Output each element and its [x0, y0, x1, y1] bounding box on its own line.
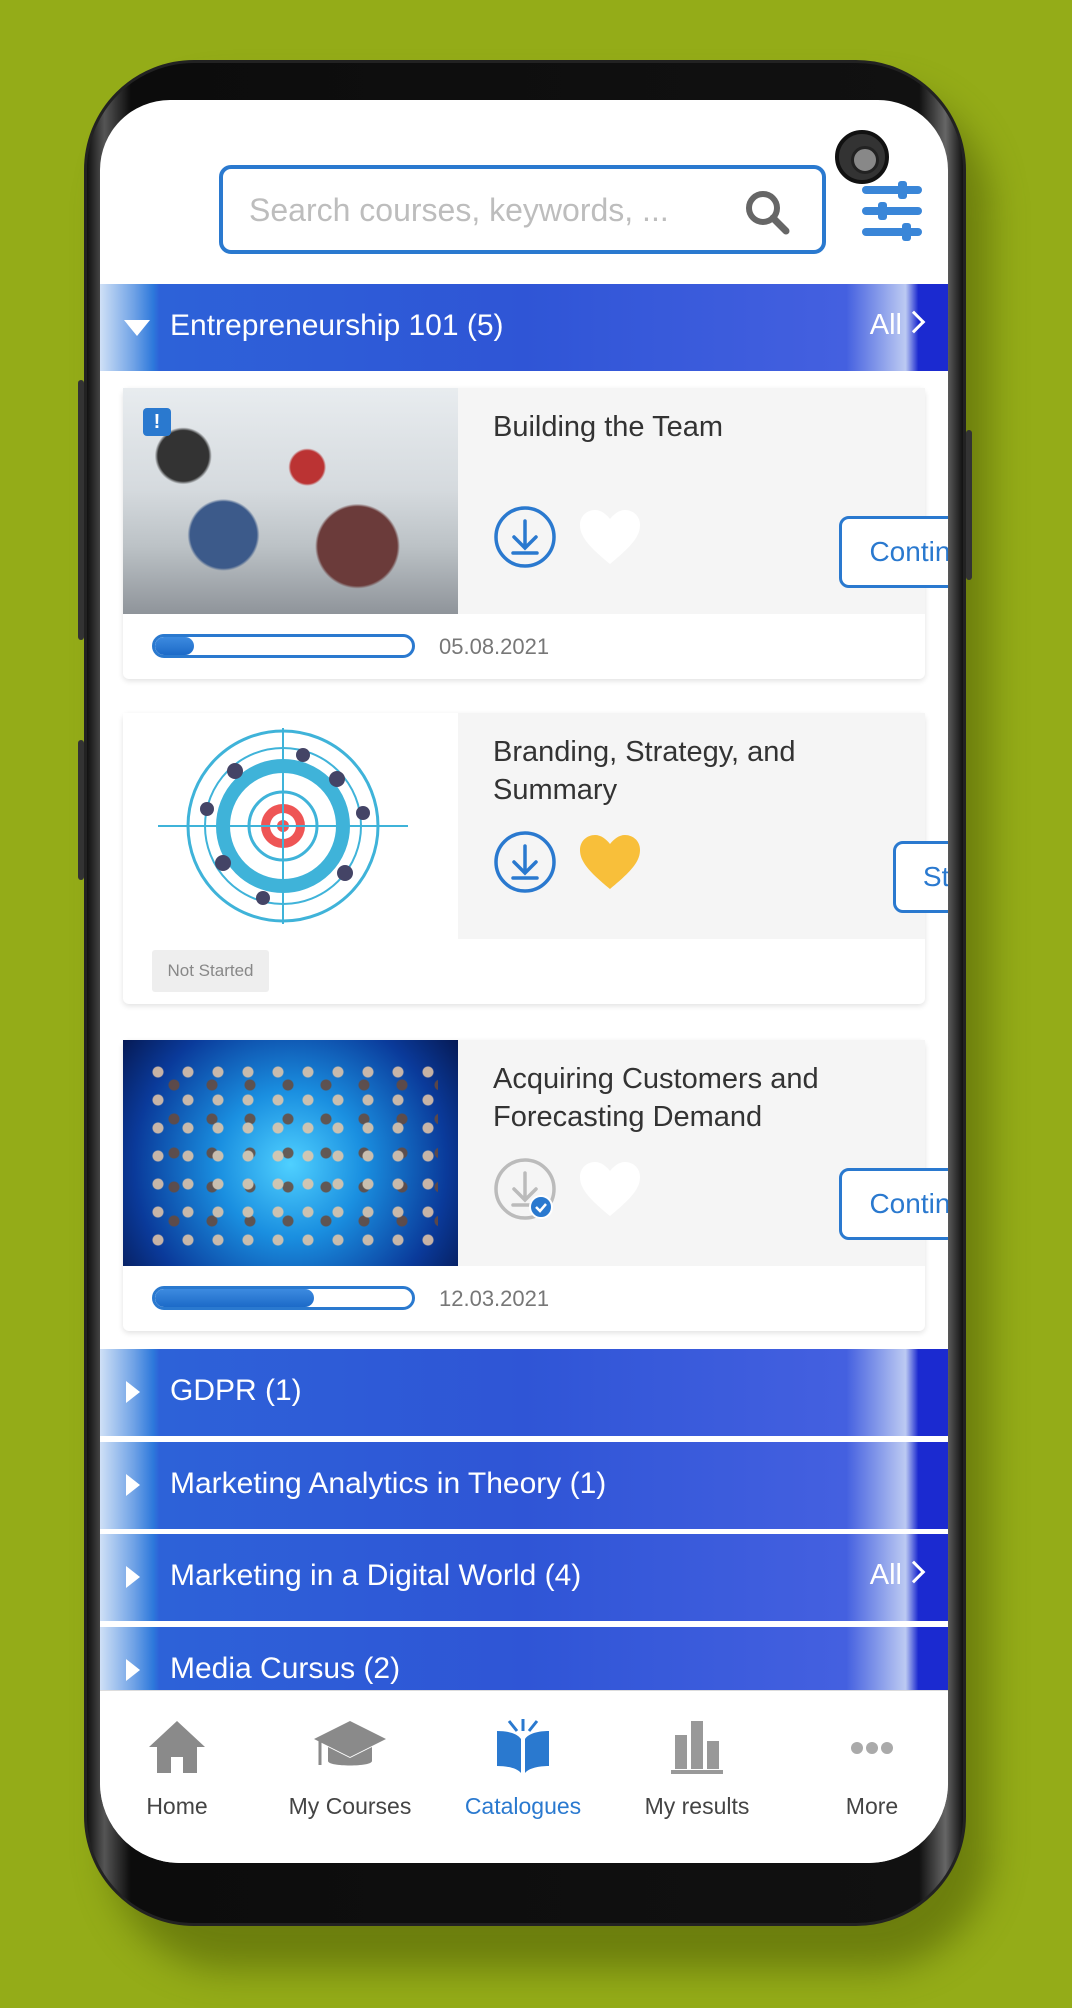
book-icon	[497, 1719, 549, 1773]
category-name: GDPR (1)	[170, 1374, 302, 1407]
category-header-entrepreneurship[interactable]: Entrepreneurship 101 (5) All	[100, 284, 948, 371]
nav-label: My results	[644, 1793, 750, 1819]
category-header-marketing-analytics[interactable]: Marketing Analytics in Theory (1)	[100, 1442, 948, 1529]
course-thumbnail-team-meeting: !	[123, 388, 458, 614]
chevron-right-icon	[902, 310, 926, 334]
status-badge: Not Started	[152, 950, 269, 992]
bottom-nav: Home My Courses Catalogues My results Mo…	[100, 1690, 948, 1863]
course-title: Building the Team	[493, 411, 724, 443]
app-screen: Search courses, keywords, ... Entreprene…	[100, 100, 948, 1863]
search-input[interactable]: Search courses, keywords, ...	[219, 165, 826, 254]
search-icon[interactable]	[742, 187, 792, 237]
downloaded-check-icon[interactable]	[493, 1157, 557, 1221]
progress-bar	[152, 634, 415, 658]
more-icon	[851, 1742, 893, 1754]
continue-button[interactable]: Continue	[839, 1168, 948, 1240]
expand-caret-icon	[126, 1474, 140, 1496]
bar-chart-icon	[671, 1721, 723, 1774]
nav-my-courses[interactable]: My Courses	[265, 1691, 435, 1851]
filter-icon[interactable]	[860, 180, 924, 242]
nav-home[interactable]: Home	[100, 1691, 262, 1851]
course-card[interactable]: ! Building the Team Continue 05.08.2021	[123, 388, 948, 679]
course-date: 05.08.2021	[439, 634, 550, 659]
category-name: Marketing in a Digital World (4)	[170, 1559, 582, 1592]
nav-label: Catalogues	[464, 1793, 582, 1819]
target-illustration	[158, 728, 408, 924]
chevron-right-icon	[902, 1560, 926, 1584]
nav-more[interactable]: More	[787, 1691, 948, 1851]
see-all-link[interactable]: All	[870, 309, 902, 342]
graduation-cap-icon	[314, 1721, 386, 1766]
course-title: Branding, Strategy, and Summary	[493, 736, 796, 806]
home-icon	[149, 1721, 205, 1773]
nav-catalogues[interactable]: Catalogues	[438, 1691, 608, 1851]
volume-button	[78, 380, 84, 640]
collapse-caret-icon	[124, 320, 150, 336]
front-camera	[835, 130, 889, 184]
see-all-link[interactable]: All	[870, 1559, 902, 1592]
nav-my-results[interactable]: My results	[612, 1691, 782, 1851]
power-button	[966, 430, 972, 580]
search-placeholder: Search courses, keywords, ...	[249, 192, 669, 228]
favorite-heart-icon-active[interactable]	[578, 833, 642, 891]
category-name: Marketing Analytics in Theory (1)	[170, 1467, 607, 1500]
progress-bar	[152, 1286, 415, 1310]
favorite-heart-icon[interactable]	[578, 1160, 642, 1218]
category-header-marketing-digital[interactable]: Marketing in a Digital World (4) All	[100, 1534, 948, 1621]
download-icon[interactable]	[493, 830, 557, 894]
continue-button[interactable]: Continue	[839, 516, 948, 588]
nav-label: My Courses	[288, 1793, 412, 1819]
course-card[interactable]: Acquiring Customers and Forecasting Dema…	[123, 1040, 948, 1331]
expand-caret-icon	[126, 1381, 140, 1403]
course-card[interactable]: Branding, Strategy, and Summary Start No…	[123, 713, 948, 1004]
start-button[interactable]: Start	[893, 841, 948, 913]
course-thumbnail-target	[123, 713, 458, 939]
bixby-button	[78, 740, 84, 880]
course-date: 12.03.2021	[439, 1286, 550, 1311]
expand-caret-icon	[126, 1659, 140, 1681]
course-thumbnail-customer-network	[123, 1040, 458, 1266]
course-title: Acquiring Customers and Forecasting Dema…	[493, 1063, 819, 1133]
category-name: Entrepreneurship 101 (5)	[170, 309, 504, 342]
category-header-gdpr[interactable]: GDPR (1)	[100, 1349, 948, 1436]
expand-caret-icon	[126, 1566, 140, 1588]
category-name: Media Cursus (2)	[170, 1652, 401, 1685]
alert-badge: !	[143, 408, 171, 436]
nav-label: Home	[146, 1793, 208, 1819]
nav-label: More	[845, 1793, 899, 1819]
favorite-heart-icon[interactable]	[578, 508, 642, 566]
download-icon[interactable]	[493, 505, 557, 569]
